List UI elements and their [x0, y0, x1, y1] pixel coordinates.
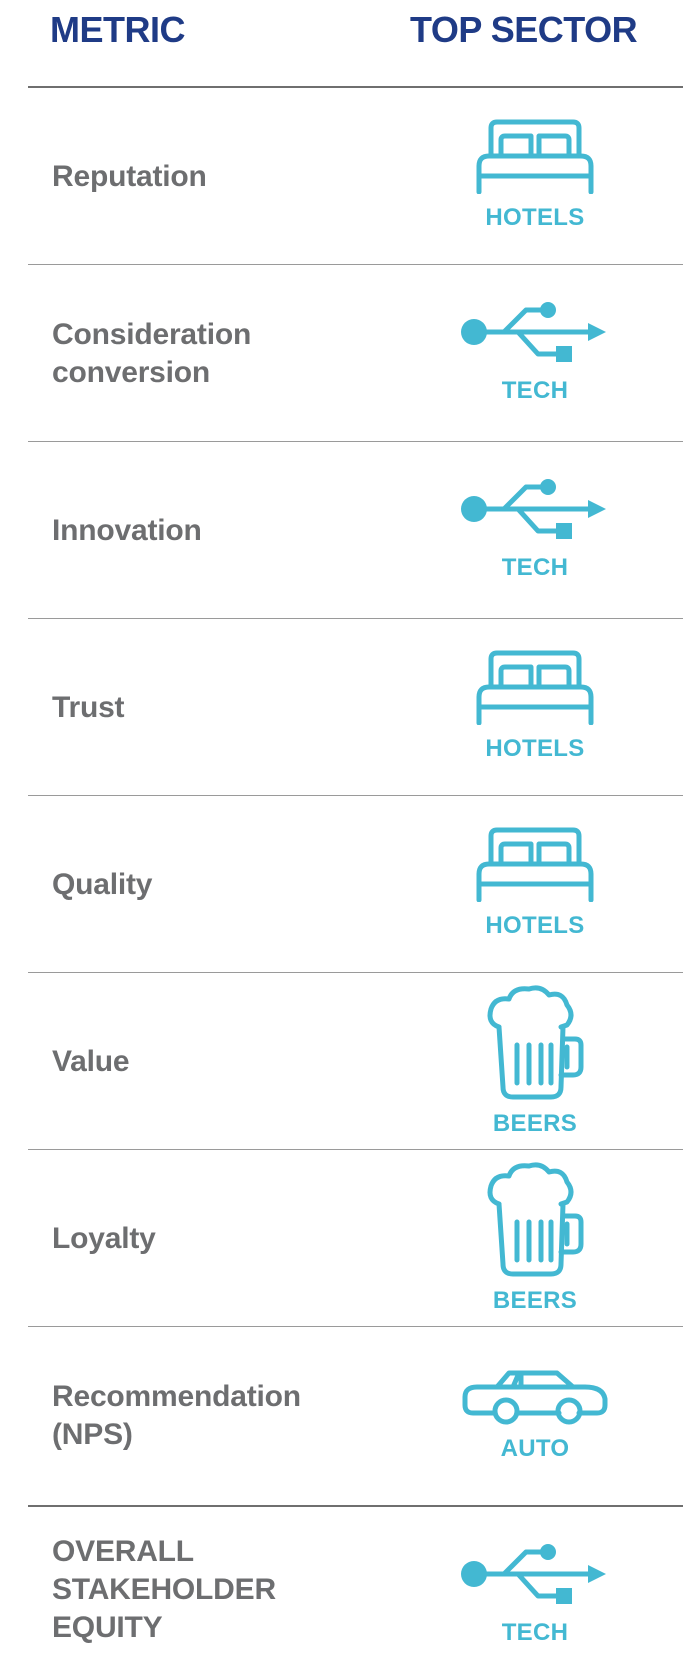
sector-label: HOTELS [485, 204, 585, 231]
table-row: OVERALL STAKEHOLDER EQUITY TECH [0, 1507, 683, 1662]
table-row: Trust HOTELS [0, 619, 683, 796]
metric-label: Loyalty [52, 1220, 352, 1258]
metric-label-line: Quality [52, 867, 153, 901]
top-sector-hotels: HOTELS [420, 619, 650, 796]
bed-icon [473, 649, 597, 726]
table-row: Reputation HOTELS [0, 88, 683, 265]
metric-column-header: METRIC [50, 9, 186, 50]
sector-label: TECH [501, 1619, 569, 1646]
metric-label: Trust [52, 689, 352, 727]
metric-label-line: Trust [52, 690, 125, 724]
sector-label: TECH [501, 554, 569, 581]
table-row: Innovation TECH [0, 442, 683, 619]
top-sector-beers: BEERS [420, 973, 650, 1150]
top-sector-beers: BEERS [420, 1150, 650, 1327]
metric-label-line: EQUITY [52, 1611, 163, 1644]
metric-label: Value [52, 1043, 352, 1081]
table-row: Recommendation (NPS) AUTO [0, 1327, 683, 1504]
table-row: Value BEERS [0, 973, 683, 1150]
bed-icon [473, 826, 597, 903]
metric-label-line: (NPS) [52, 1417, 133, 1451]
metric-label-line: Reputation [52, 159, 207, 193]
metric-label-line: Consideration [52, 317, 252, 351]
sector-label: AUTO [500, 1435, 570, 1462]
metric-label-line: OVERALL [52, 1535, 194, 1568]
top-sector-tech: TECH [420, 265, 650, 442]
top-sector-auto: AUTO [420, 1327, 650, 1504]
metric-label: Consideration conversion [52, 316, 352, 392]
metric-label: Recommendation (NPS) [52, 1378, 352, 1454]
top-sector-hotels: HOTELS [420, 88, 650, 265]
usb-icon [460, 299, 610, 365]
top-sector-column-header: TOP SECTOR [410, 9, 638, 50]
beer-mug-icon [483, 1160, 587, 1278]
sector-label: HOTELS [485, 735, 585, 762]
metric-label: OVERALL STAKEHOLDER EQUITY [52, 1533, 352, 1647]
metric-label-line: Innovation [52, 513, 202, 547]
sector-label: BEERS [492, 1110, 578, 1137]
top-sector-hotels: HOTELS [420, 796, 650, 973]
usb-icon [460, 1541, 610, 1607]
metric-label-line: Loyalty [52, 1221, 156, 1255]
bed-icon [473, 118, 597, 195]
metric-label-line: Value [52, 1044, 130, 1078]
metric-label: Quality [52, 866, 352, 904]
table-header: METRIC TOP SECTOR [0, 0, 683, 60]
sector-label: TECH [501, 377, 569, 404]
usb-icon [460, 476, 610, 542]
metric-label-line: Recommendation [52, 1379, 301, 1413]
table-row: Consideration conversion TECH [0, 265, 683, 442]
metric-label-line: conversion [52, 355, 211, 389]
metric-label: Innovation [52, 512, 352, 550]
table-row: Quality HOTELS [0, 796, 683, 973]
metric-label: Reputation [52, 158, 352, 196]
car-icon [461, 1369, 609, 1425]
sector-label: BEERS [492, 1287, 578, 1314]
top-sector-tech: TECH [420, 1507, 650, 1662]
top-sector-tech: TECH [420, 442, 650, 619]
metric-label-line: STAKEHOLDER [52, 1573, 276, 1606]
beer-mug-icon [483, 983, 587, 1101]
sector-label: HOTELS [485, 912, 585, 939]
table-row: Loyalty BEERS [0, 1150, 683, 1327]
